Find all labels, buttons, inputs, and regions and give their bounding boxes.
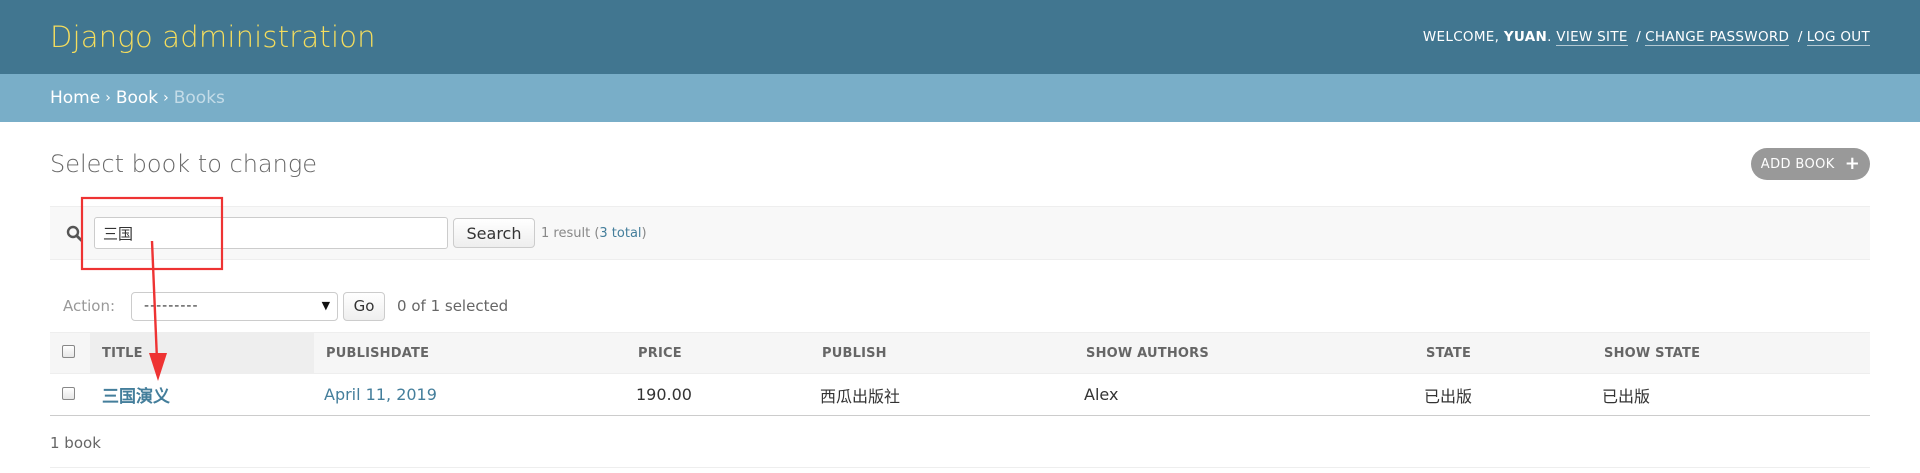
site-name[interactable]: Django administration (50, 20, 376, 54)
change-password-link[interactable]: Change password (1645, 29, 1790, 46)
action-label: Action: (63, 297, 116, 315)
breadcrumb-current: Books (173, 88, 225, 108)
actions-bar: Action: --------- ▼ Go 0 of 1 selected (50, 288, 1870, 324)
column-header-show-state: Show state (1592, 332, 1870, 374)
action-selected-value: --------- (144, 298, 199, 314)
column-header-price[interactable]: Price (626, 332, 810, 374)
page-title: Select book to change (50, 150, 318, 178)
breadcrumb-home[interactable]: Home (50, 88, 100, 108)
column-header-state[interactable]: State (1414, 332, 1592, 374)
row-checkbox[interactable] (62, 387, 75, 400)
book-title-link[interactable]: 三国演义 (102, 387, 170, 407)
username: yuan (1503, 29, 1548, 45)
add-book-label: Add book (1760, 156, 1835, 172)
table-header-row: Title PublishDate Price Publish Show aut… (50, 332, 1870, 374)
total-link[interactable]: 3 total (599, 226, 641, 241)
price-cell: 190.00 (626, 373, 810, 416)
separator: / (1797, 29, 1803, 45)
go-button[interactable]: Go (343, 291, 386, 321)
breadcrumb-separator: › (105, 90, 111, 106)
view-site-link[interactable]: View site (1556, 29, 1628, 46)
breadcrumb-separator: › (163, 90, 169, 106)
title-cell: 三国演义 (90, 373, 314, 416)
selected-count: 0 of 1 selected (397, 297, 509, 315)
state-cell: 已出版 (1414, 373, 1592, 416)
log-out-link[interactable]: Log out (1806, 29, 1870, 46)
paginator: 1 book (50, 418, 1870, 468)
action-select[interactable]: --------- ▼ (131, 291, 339, 321)
search-button[interactable]: Search (453, 218, 535, 248)
table-row: 三国演义 April 11, 2019 190.00 西瓜出版社 Alex 已出… (50, 373, 1870, 416)
caret-down-icon: ▼ (321, 298, 332, 312)
show-state-cell: 已出版 (1592, 373, 1870, 416)
column-header-show-authors: Show authors (1074, 332, 1414, 374)
result-table: Title PublishDate Price Publish Show aut… (50, 332, 1870, 416)
user-tools: Welcome, yuan. View site / Change passwor… (1422, 29, 1870, 46)
column-header-title[interactable]: Title (90, 332, 314, 374)
welcome-text: Welcome, (1422, 29, 1500, 45)
row-select-cell (50, 373, 90, 416)
select-all-header (50, 332, 90, 374)
add-book-button[interactable]: Add book + (1751, 148, 1870, 180)
search-input[interactable] (94, 217, 448, 249)
result-prefix: 1 result ( (541, 225, 600, 241)
breadcrumb: Home › Book › Books (0, 74, 1920, 122)
result-count: 1 result (3 total) (541, 226, 647, 241)
authors-cell: Alex (1074, 373, 1414, 416)
plus-icon: + (1844, 153, 1861, 174)
publish-cell: 西瓜出版社 (810, 373, 1074, 416)
header: Django administration Welcome, yuan. Vie… (0, 0, 1920, 74)
breadcrumb-app[interactable]: Book (116, 88, 158, 108)
publishdate-cell: April 11, 2019 (314, 373, 626, 416)
select-all-checkbox[interactable] (62, 344, 75, 358)
column-header-publish[interactable]: Publish (810, 332, 1074, 374)
column-header-publishdate[interactable]: PublishDate (314, 332, 626, 374)
search-icon (54, 213, 94, 253)
result-suffix: ) (641, 225, 647, 241)
separator: / (1636, 29, 1642, 45)
search-toolbar: Search 1 result (3 total) (50, 206, 1870, 260)
welcome-period: . (1547, 29, 1552, 45)
publishdate-value: April 11, 2019 (324, 385, 437, 404)
